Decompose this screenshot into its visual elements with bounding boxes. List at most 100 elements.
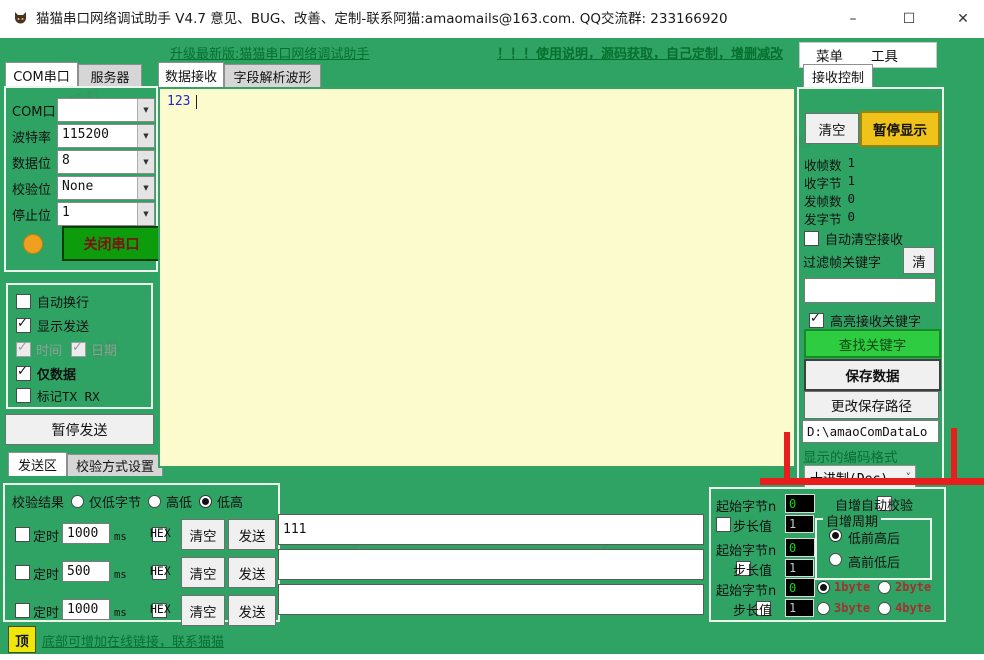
clear-send-button[interactable]: 清空 [181, 557, 225, 588]
radio-high-first[interactable] [829, 553, 842, 566]
radio-low-byte-only[interactable] [71, 495, 84, 508]
filter-keyword-input[interactable] [804, 278, 936, 303]
start-byte-value[interactable]: 0 [785, 538, 815, 557]
auto-clear-row[interactable]: 自动清空接收 [804, 229, 903, 248]
radio-2byte[interactable] [878, 581, 891, 594]
3byte-label: 3byte [834, 601, 870, 615]
receive-control-group: 清空 暂停显示 收帧数 1 收字节 1 发帧数 0 发字节 0 自动清空接收 [797, 87, 944, 483]
tab-send-area[interactable]: 发送区 [8, 452, 67, 476]
tab-com-port[interactable]: COM串口 [5, 62, 78, 87]
radio-low-high[interactable] [199, 495, 212, 508]
highlight-checkbox[interactable] [809, 313, 824, 328]
help-link[interactable]: ！！！使用说明，源码获取，自己定制，增删减改 [497, 43, 783, 62]
ms-label: ms [114, 607, 127, 619]
maximize-button[interactable]: ☐ [892, 4, 926, 34]
timer-interval-input[interactable] [62, 599, 110, 620]
menu-item[interactable]: 菜单 [816, 45, 843, 65]
save-path-field[interactable]: D:\amaoComDataLo [802, 420, 939, 443]
send-button[interactable]: 发送 [228, 557, 276, 588]
auto-clear-label: 自动清空接收 [825, 229, 903, 248]
start-byte-value[interactable]: 0 [785, 494, 815, 513]
chevron-down-icon[interactable]: ▼ [137, 203, 154, 225]
start-byte-value[interactable]: 0 [785, 578, 815, 597]
find-keyword-button[interactable]: 查找关键字 [804, 329, 941, 358]
highlight-row[interactable]: 高亮接收关键字 [809, 311, 921, 330]
send-text-input-2[interactable] [278, 549, 704, 580]
pause-display-button[interactable]: 暂停显示 [860, 111, 940, 147]
chevron-down-icon[interactable]: ▼ [137, 125, 154, 147]
send-button[interactable]: 发送 [228, 595, 276, 626]
step-checkbox[interactable] [716, 517, 731, 532]
main-background: 顾彪 顾彪 顾彪 顾彪 顾彪 顾彪 顾彪 顾彪 顾彪 顾彪 顾彪 顾彪 顾彪 顾… [0, 38, 984, 654]
stop-bits-select[interactable]: 1 ▼ [57, 202, 155, 226]
step-value[interactable]: 1 [785, 599, 814, 617]
clear-receive-button[interactable]: 清空 [805, 113, 859, 144]
tab-field-parse-wave[interactable]: 字段解析波形 [224, 64, 321, 88]
save-data-button[interactable]: 保存数据 [804, 359, 941, 391]
mark-txrx-row[interactable]: 标记TX RX [16, 386, 100, 405]
step-value[interactable]: 1 [785, 515, 814, 533]
radio-low-first[interactable] [829, 529, 842, 542]
radio-1byte[interactable] [817, 581, 830, 594]
mark-txrx-checkbox[interactable] [16, 388, 31, 403]
autowrap-row[interactable]: 自动换行 [16, 292, 89, 311]
step-value[interactable]: 1 [785, 559, 814, 577]
data-only-checkbox[interactable] [16, 366, 31, 381]
minimize-button[interactable]: – [836, 4, 870, 34]
radio-3byte[interactable] [817, 602, 830, 615]
date-checkbox[interactable] [71, 342, 86, 357]
tools-item[interactable]: 工具 [871, 45, 898, 65]
close-port-button[interactable]: 关闭串口 [62, 226, 161, 261]
send-text-input-3[interactable] [278, 584, 704, 615]
chevron-down-icon[interactable]: ▼ [137, 177, 154, 199]
upgrade-link[interactable]: 升级最新版:猫猫串口网络调试助手 [170, 43, 369, 62]
data-only-label: 仅数据 [37, 364, 76, 383]
time-checkbox[interactable] [16, 342, 31, 357]
tab-data-receive[interactable]: 数据接收 [158, 62, 224, 88]
timer-checkbox[interactable] [15, 603, 30, 618]
filter-clear-button[interactable]: 清 [903, 247, 935, 274]
checksum-result-label: 校验结果 [12, 492, 64, 511]
show-send-checkbox[interactable] [16, 318, 31, 333]
show-send-row[interactable]: 显示发送 [16, 316, 89, 335]
display-options-group: 自动换行 显示发送 时间 日期 仅数据 标记TX RX [6, 283, 153, 409]
send-text-input-1[interactable] [278, 514, 704, 545]
serial-settings-group: COM口 ▼ 波特率 115200 ▼ 数据位 8 ▼ 校验位 None ▼ 停… [4, 86, 158, 272]
tab-receive-control[interactable]: 接收控制 [803, 64, 873, 88]
start-byte-label: 起始字节n [716, 580, 776, 599]
radio-4byte[interactable] [878, 602, 891, 615]
time-label: 时间 [36, 340, 62, 359]
tx-frames-row: 发帧数 0 [804, 191, 855, 210]
receive-text-area[interactable]: 123 [158, 87, 796, 468]
data-bits-select[interactable]: 8 ▼ [57, 150, 155, 174]
ms-label: ms [114, 531, 127, 543]
send-control-group: 校验结果 仅低字节 高低 低高 定时 ms HEX 清空 发送 [3, 483, 280, 622]
tab-server[interactable]: 服务器 [78, 64, 142, 87]
auto-increment-group: 起始字节n 0 步长值 1 起始字节n 0 步长值 1 起始字节n 0 步长值 … [709, 487, 946, 622]
timer-checkbox[interactable] [15, 565, 30, 580]
clear-send-button[interactable]: 清空 [181, 595, 225, 626]
timer-interval-input[interactable] [62, 561, 110, 582]
highlight-label: 高亮接收关键字 [830, 311, 921, 330]
com-port-select[interactable]: ▼ [57, 98, 155, 122]
timer-interval-input[interactable] [62, 523, 110, 544]
footer-link[interactable]: 底部可增加在线链接，联系猫猫 [42, 631, 224, 650]
clear-send-button[interactable]: 清空 [181, 519, 225, 550]
scroll-top-button[interactable]: 顶 [8, 626, 36, 653]
tab-checksum-settings[interactable]: 校验方式设置 [67, 454, 163, 476]
timer-checkbox[interactable] [15, 527, 30, 542]
parity-select[interactable]: None ▼ [57, 176, 155, 200]
encoding-select[interactable]: 十进制(Dec) ˅ [804, 465, 916, 489]
close-button[interactable]: ✕ [946, 4, 980, 34]
chevron-down-icon[interactable]: ▼ [137, 151, 154, 173]
radio-high-low[interactable] [148, 495, 161, 508]
send-button[interactable]: 发送 [228, 519, 276, 550]
auto-clear-checkbox[interactable] [804, 231, 819, 246]
date-label: 日期 [91, 340, 117, 359]
pause-send-button[interactable]: 暂停发送 [5, 414, 154, 445]
baud-rate-select[interactable]: 115200 ▼ [57, 124, 155, 148]
chevron-down-icon[interactable]: ▼ [137, 99, 154, 121]
data-only-row[interactable]: 仅数据 [16, 364, 76, 383]
autowrap-checkbox[interactable] [16, 294, 31, 309]
change-save-path-button[interactable]: 更改保存路径 [804, 391, 939, 419]
